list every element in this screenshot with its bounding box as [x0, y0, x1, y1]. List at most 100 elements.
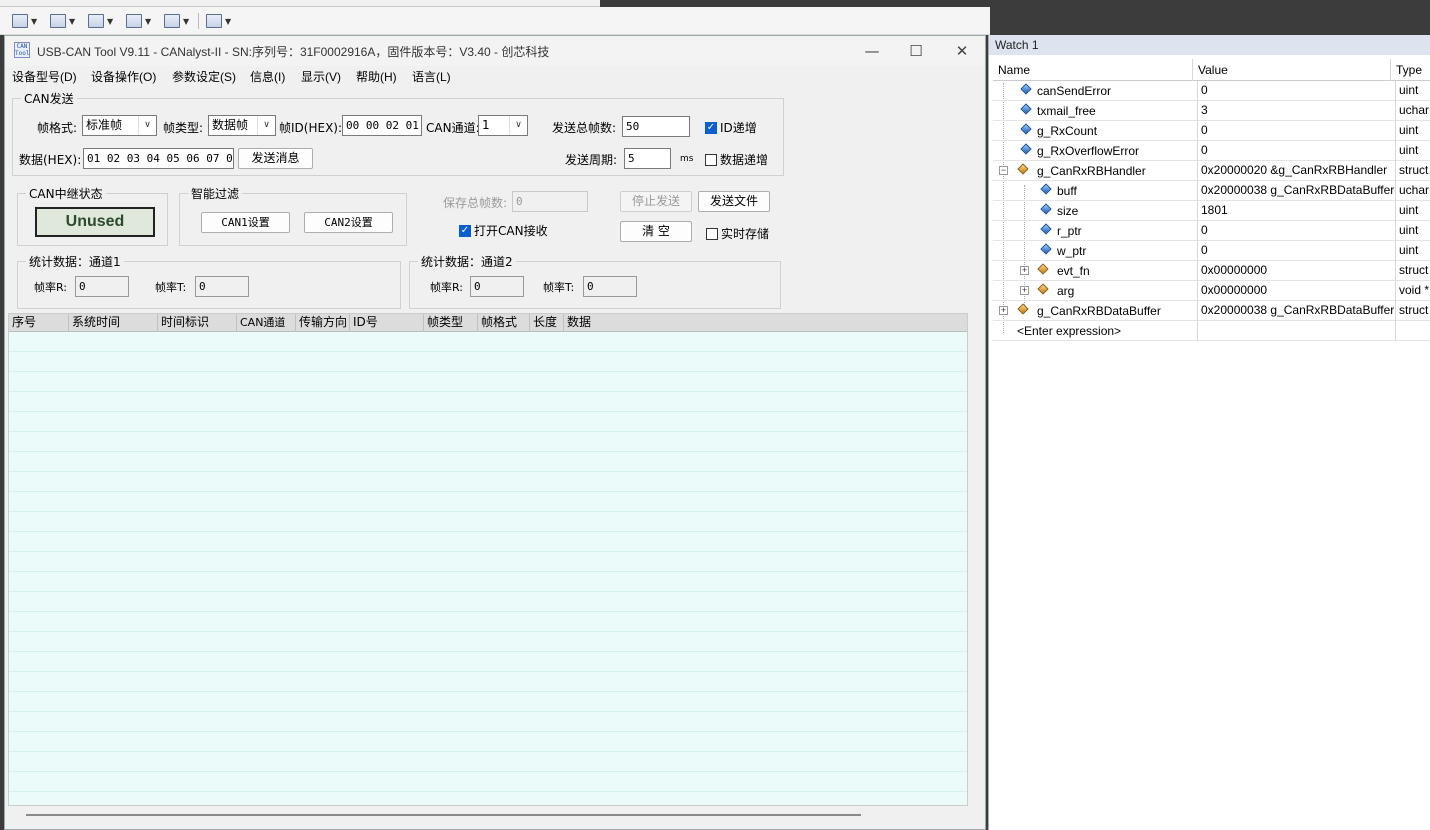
- variable-icon: [1020, 143, 1032, 155]
- data-input[interactable]: 01 02 03 04 05 06 07 08: [83, 148, 234, 169]
- watch-row[interactable]: + g_CanRxRBDataBuffer 0x20000038 g_CanRx…: [993, 301, 1430, 321]
- tools-button[interactable]: ▼: [204, 11, 233, 31]
- can2-settings-button[interactable]: CAN2设置: [304, 212, 393, 233]
- watch-enter-expression-row[interactable]: <Enter expression>: [993, 321, 1430, 341]
- can-send-title: CAN发送: [21, 90, 77, 107]
- menu-info[interactable]: 信息(I): [250, 68, 285, 85]
- watch-row[interactable]: buff 0x20000038 g_CanRxRBDataBuffer "" u…: [993, 181, 1430, 201]
- column-header-id[interactable]: ID号: [350, 314, 424, 332]
- watch-row-value: [1197, 321, 1395, 341]
- watch-header-value[interactable]: Value: [1193, 59, 1391, 81]
- message-list[interactable]: 序号 系统时间 时间标识 CAN通道 传输方向 ID号 帧类型 帧格式 长度 数…: [8, 313, 968, 806]
- channel-select[interactable]: 1 ∨: [478, 115, 528, 136]
- watch-row-type: uint: [1395, 121, 1430, 141]
- data-increment-label: 数据递增: [720, 153, 769, 167]
- column-header-frame-format[interactable]: 帧格式: [478, 314, 530, 332]
- watch-row[interactable]: r_ptr 0 uint: [993, 221, 1430, 241]
- watch-row[interactable]: txmail_free 3 uchar: [993, 101, 1430, 121]
- message-list-header: 序号 系统时间 时间标识 CAN通道 传输方向 ID号 帧类型 帧格式 长度 数…: [9, 314, 967, 332]
- window-layout-button[interactable]: ▼: [10, 11, 39, 31]
- send-message-button[interactable]: 发送消息: [238, 148, 313, 169]
- menu-language[interactable]: 语言(L): [412, 68, 451, 85]
- close-button[interactable]: ✕: [948, 40, 976, 62]
- watch-header-name[interactable]: Name: [993, 59, 1193, 81]
- watch-row-value: 0x00000000: [1197, 261, 1395, 281]
- menu-device-model[interactable]: 设备型号(D): [12, 68, 77, 85]
- column-header-can-channel[interactable]: CAN通道: [237, 314, 296, 332]
- watch-row-type: uchar: [1395, 101, 1430, 121]
- checkmark-icon: ✓: [705, 121, 717, 134]
- watch-row-type: struct I: [1395, 261, 1430, 281]
- dropdown-arrow-icon: ▼: [31, 16, 38, 26]
- column-header-data[interactable]: 数据: [564, 314, 967, 332]
- variable-icon: [1040, 183, 1052, 195]
- rate-r1-value: 0: [75, 276, 129, 297]
- watch-row[interactable]: − g_CanRxRBHandler 0x20000020 &g_CanRxRB…: [993, 161, 1430, 181]
- expand-icon[interactable]: +: [1020, 286, 1029, 295]
- column-header-timestamp[interactable]: 时间标识: [158, 314, 237, 332]
- dropdown-arrow-icon: ▼: [145, 16, 152, 26]
- edit-window-icon: [50, 14, 66, 28]
- watch-row-value: 1801: [1197, 201, 1395, 221]
- menu-display[interactable]: 显示(V): [301, 68, 341, 85]
- ide-top-strip: [0, 0, 600, 7]
- scrollbar-thumb[interactable]: [26, 814, 861, 816]
- rate-r1-label: 帧率R:: [34, 281, 68, 294]
- rate-t1-value: 0: [195, 276, 249, 297]
- app-icon: CAN Tool: [14, 42, 30, 58]
- watch-row-name: r_ptr: [1057, 224, 1082, 238]
- watch-row[interactable]: canSendError 0 uint: [993, 81, 1430, 101]
- data-increment-checkbox[interactable]: 数据递增: [705, 151, 768, 168]
- watch-row[interactable]: + arg 0x00000000 void *: [993, 281, 1430, 301]
- watch-row[interactable]: w_ptr 0 uint: [993, 241, 1430, 261]
- collapse-icon[interactable]: −: [999, 166, 1008, 175]
- watch-row-name: arg: [1057, 284, 1075, 298]
- watch-row[interactable]: g_RxOverflowError 0 uint: [993, 141, 1430, 161]
- dropdown-arrow-icon: ▼: [225, 16, 232, 26]
- minimize-button[interactable]: —: [858, 40, 886, 62]
- watch-row-name: g_CanRxRBDataBuffer: [1037, 304, 1161, 318]
- period-input[interactable]: 5: [624, 148, 671, 169]
- frame-id-label: 帧ID(HEX):: [279, 121, 343, 135]
- stop-send-button[interactable]: 停止发送: [620, 191, 692, 212]
- clear-button[interactable]: 清 空: [620, 221, 692, 242]
- column-header-frame-type[interactable]: 帧类型: [424, 314, 478, 332]
- menu-device-operation[interactable]: 设备操作(O): [91, 68, 156, 85]
- watch-header-type[interactable]: Type: [1391, 59, 1430, 81]
- peripheral-button[interactable]: ▼: [162, 11, 191, 31]
- maximize-button[interactable]: ☐: [902, 40, 930, 62]
- struct-icon: [1037, 263, 1049, 275]
- edit-view-button[interactable]: ▼: [48, 11, 77, 31]
- expand-icon[interactable]: +: [999, 306, 1008, 315]
- trace-button[interactable]: ▼: [86, 11, 115, 31]
- menu-parameters[interactable]: 参数设定(S): [172, 68, 236, 85]
- chevron-down-icon: ∨: [138, 116, 156, 135]
- id-increment-label: ID递增: [720, 121, 757, 135]
- column-header-direction[interactable]: 传输方向: [296, 314, 350, 332]
- open-can-receive-checkbox[interactable]: ✓ 打开CAN接收: [459, 222, 548, 239]
- realtime-save-checkbox[interactable]: 实时存储: [706, 225, 769, 242]
- id-increment-checkbox[interactable]: ✓ ID递增: [705, 119, 757, 136]
- column-header-index[interactable]: 序号: [9, 314, 69, 332]
- variable-icon: [1040, 203, 1052, 215]
- tools-icon: [206, 14, 222, 28]
- column-header-length[interactable]: 长度: [530, 314, 564, 332]
- can1-settings-button[interactable]: CAN1设置: [201, 212, 290, 233]
- watch-row[interactable]: size 1801 uint: [993, 201, 1430, 221]
- watch-row[interactable]: + evt_fn 0x00000000 struct I: [993, 261, 1430, 281]
- expand-icon[interactable]: +: [1020, 266, 1029, 275]
- title-bar: CAN Tool USB-CAN Tool V9.11 - CANalyst-I…: [5, 36, 985, 66]
- horizontal-scrollbar[interactable]: [8, 808, 968, 822]
- watch-row[interactable]: g_RxCount 0 uint: [993, 121, 1430, 141]
- frame-type-select[interactable]: 数据帧 ∨: [208, 115, 276, 136]
- memory-view-button[interactable]: ▼: [124, 11, 153, 31]
- watch-row-value: 3: [1197, 101, 1395, 121]
- frame-format-select[interactable]: 标准帧 ∨: [82, 115, 157, 136]
- smart-filter-title: 智能过滤: [188, 185, 243, 202]
- menu-help[interactable]: 帮助(H): [356, 68, 397, 85]
- total-frames-input[interactable]: 50: [622, 116, 690, 137]
- send-file-button[interactable]: 发送文件: [698, 191, 770, 212]
- dropdown-arrow-icon: ▼: [107, 16, 114, 26]
- frame-id-input[interactable]: 00 00 02 01: [342, 115, 422, 136]
- column-header-system-time[interactable]: 系统时间: [69, 314, 158, 332]
